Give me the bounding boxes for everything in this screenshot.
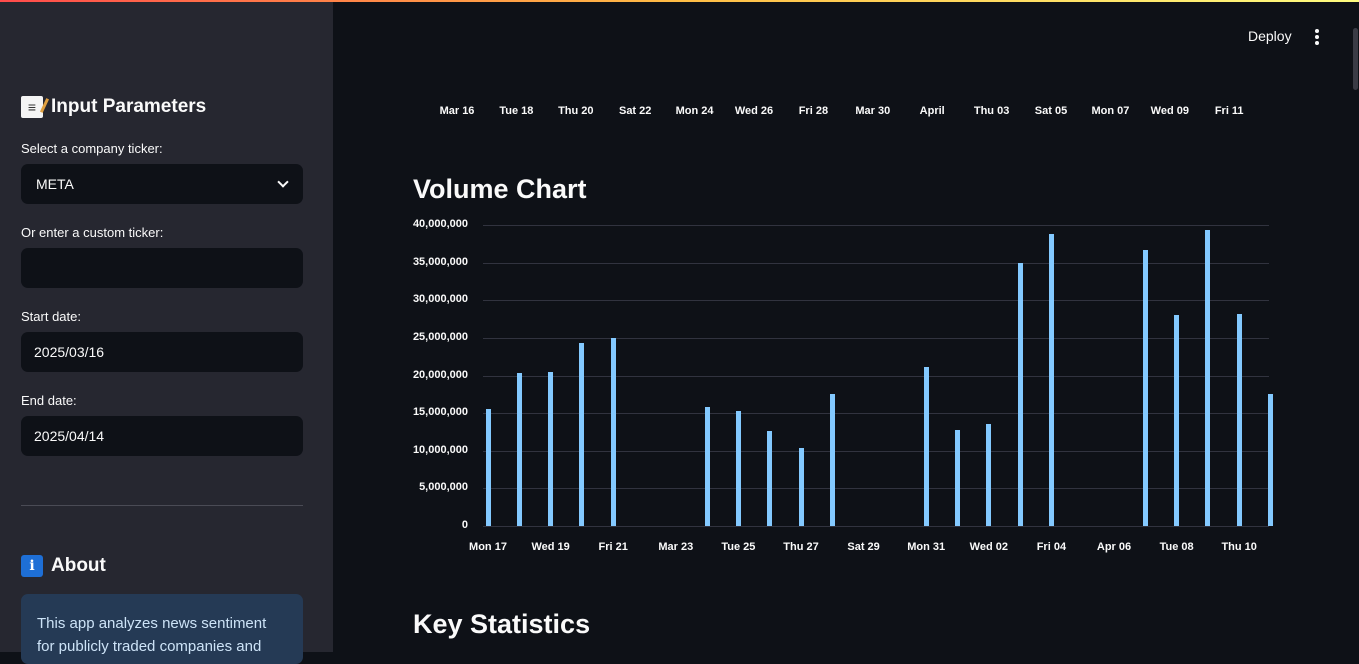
volume-bar[interactable] [1142,249,1148,526]
price-x-tick: Wed 26 [734,105,774,117]
volume-bar[interactable] [1174,315,1180,526]
volume-bar[interactable] [955,429,960,526]
volume-x-tick: Fri 04 [1036,541,1067,553]
price-x-tick: Fri 28 [798,105,829,117]
volume-bar[interactable] [516,373,522,526]
grid-line [483,488,1269,490]
ticker-select-label: Select a company ticker: [21,141,163,156]
volume-bar[interactable] [1017,263,1023,526]
grid-line [483,375,1269,377]
grid-line [483,526,1269,527]
price-x-tick: Thu 03 [973,105,1010,117]
volume-x-tick: Wed 02 [969,541,1008,553]
volume-bar[interactable] [1236,313,1242,526]
volume-bar[interactable] [1205,229,1211,526]
price-x-tick: Sat 22 [618,105,652,117]
memo-icon: ≡ [21,96,43,118]
price-x-tick: Thu 20 [558,105,594,117]
start-date-value: 2025/03/16 [34,344,105,360]
price-x-tick: Wed 09 [1150,105,1189,117]
volume-x-tick: Apr 06 [1096,541,1132,553]
price-x-tick: Tue 18 [499,105,534,117]
y-axis-tick-label: 5,000,000 [419,481,468,494]
volume-bar[interactable] [767,431,773,526]
about-info-box: This app analyzes news sentiment for pub… [21,594,303,664]
volume-bar[interactable] [548,371,554,526]
volume-bar[interactable] [610,337,616,526]
input-parameters-heading: ≡ Input Parameters [21,96,206,118]
start-date-label: Start date: [21,309,81,324]
volume-x-tick: Tue 25 [721,541,756,553]
price-x-tick: April [919,105,945,117]
price-x-tick: Mon 07 [1091,105,1130,117]
grid-line [483,300,1269,302]
chevron-down-icon [277,176,289,188]
volume-x-tick: Sat 29 [847,541,880,553]
volume-bar[interactable] [1268,393,1273,526]
volume-bar[interactable] [923,367,929,526]
deploy-button[interactable]: Deploy [1248,28,1292,44]
sidebar-divider [21,505,303,506]
key-statistics-title: Key Statistics [413,609,591,639]
volume-bar[interactable] [986,424,992,526]
volume-x-tick: Thu 10 [1221,541,1257,553]
more-options-icon[interactable] [1315,29,1319,45]
volume-bar[interactable] [735,410,741,526]
price-x-tick: Fri 11 [1214,105,1244,117]
price-x-tick: Sat 05 [1034,105,1068,117]
y-axis-tick-label: 30,000,000 [412,293,468,306]
about-title: About [51,555,106,576]
y-axis-tick-label: 20,000,000 [412,368,468,381]
volume-x-tick: Mar 23 [658,541,694,553]
volume-bar[interactable] [704,407,710,526]
volume-x-tick: Wed 19 [531,541,570,553]
volume-x-tick: Thu 27 [783,541,819,553]
about-heading: i About [21,555,106,577]
custom-ticker-label: Or enter a custom ticker: [21,225,164,240]
scrollbar-thumb[interactable] [1353,28,1358,90]
price-x-tick: Mar 30 [855,105,891,117]
volume-bar[interactable] [1048,234,1054,526]
start-date-input[interactable]: 2025/03/16 [21,332,303,372]
ticker-select[interactable]: META [21,164,303,204]
end-date-value: 2025/04/14 [34,428,105,444]
about-text: This app analyzes news sentiment for pub… [37,615,267,655]
y-axis-tick-label: 10,000,000 [412,443,468,456]
volume-chart-title: Volume Chart [413,174,587,204]
volume-x-tick: Mon 17 [469,541,507,553]
grid-line [483,450,1269,452]
grid-line [483,262,1269,264]
sidebar: ≡ Input Parameters Select a company tick… [0,0,333,664]
y-axis-tick-label: 25,000,000 [412,330,468,343]
y-axis-tick-label: 0 [461,519,468,531]
y-axis-tick-label: 15,000,000 [412,406,468,419]
volume-x-tick: Mon 31 [907,541,946,553]
main-scrollbar[interactable] [1351,0,1359,652]
volume-x-tick: Fri 21 [598,541,628,553]
grid-line [483,337,1269,339]
volume-bar[interactable] [579,343,585,526]
grid-line [483,413,1269,415]
custom-ticker-input[interactable] [21,248,303,288]
y-axis-tick-label: 40,000,000 [412,218,468,230]
ticker-select-value: META [36,176,74,192]
end-date-input[interactable]: 2025/04/14 [21,416,303,456]
info-icon: i [21,555,43,577]
grid-line [483,225,1269,226]
volume-bar[interactable] [798,447,804,526]
volume-x-tick: Tue 08 [1159,541,1194,553]
top-decoration-bar [0,0,1359,2]
price-x-tick: Mon 24 [675,105,714,117]
volume-bar[interactable] [485,409,491,526]
end-date-label: End date: [21,393,77,408]
price-x-tick: Mar 16 [439,105,475,117]
volume-bar[interactable] [829,393,835,526]
y-axis-tick-label: 35,000,000 [412,255,468,268]
input-parameters-title: Input Parameters [51,96,207,117]
